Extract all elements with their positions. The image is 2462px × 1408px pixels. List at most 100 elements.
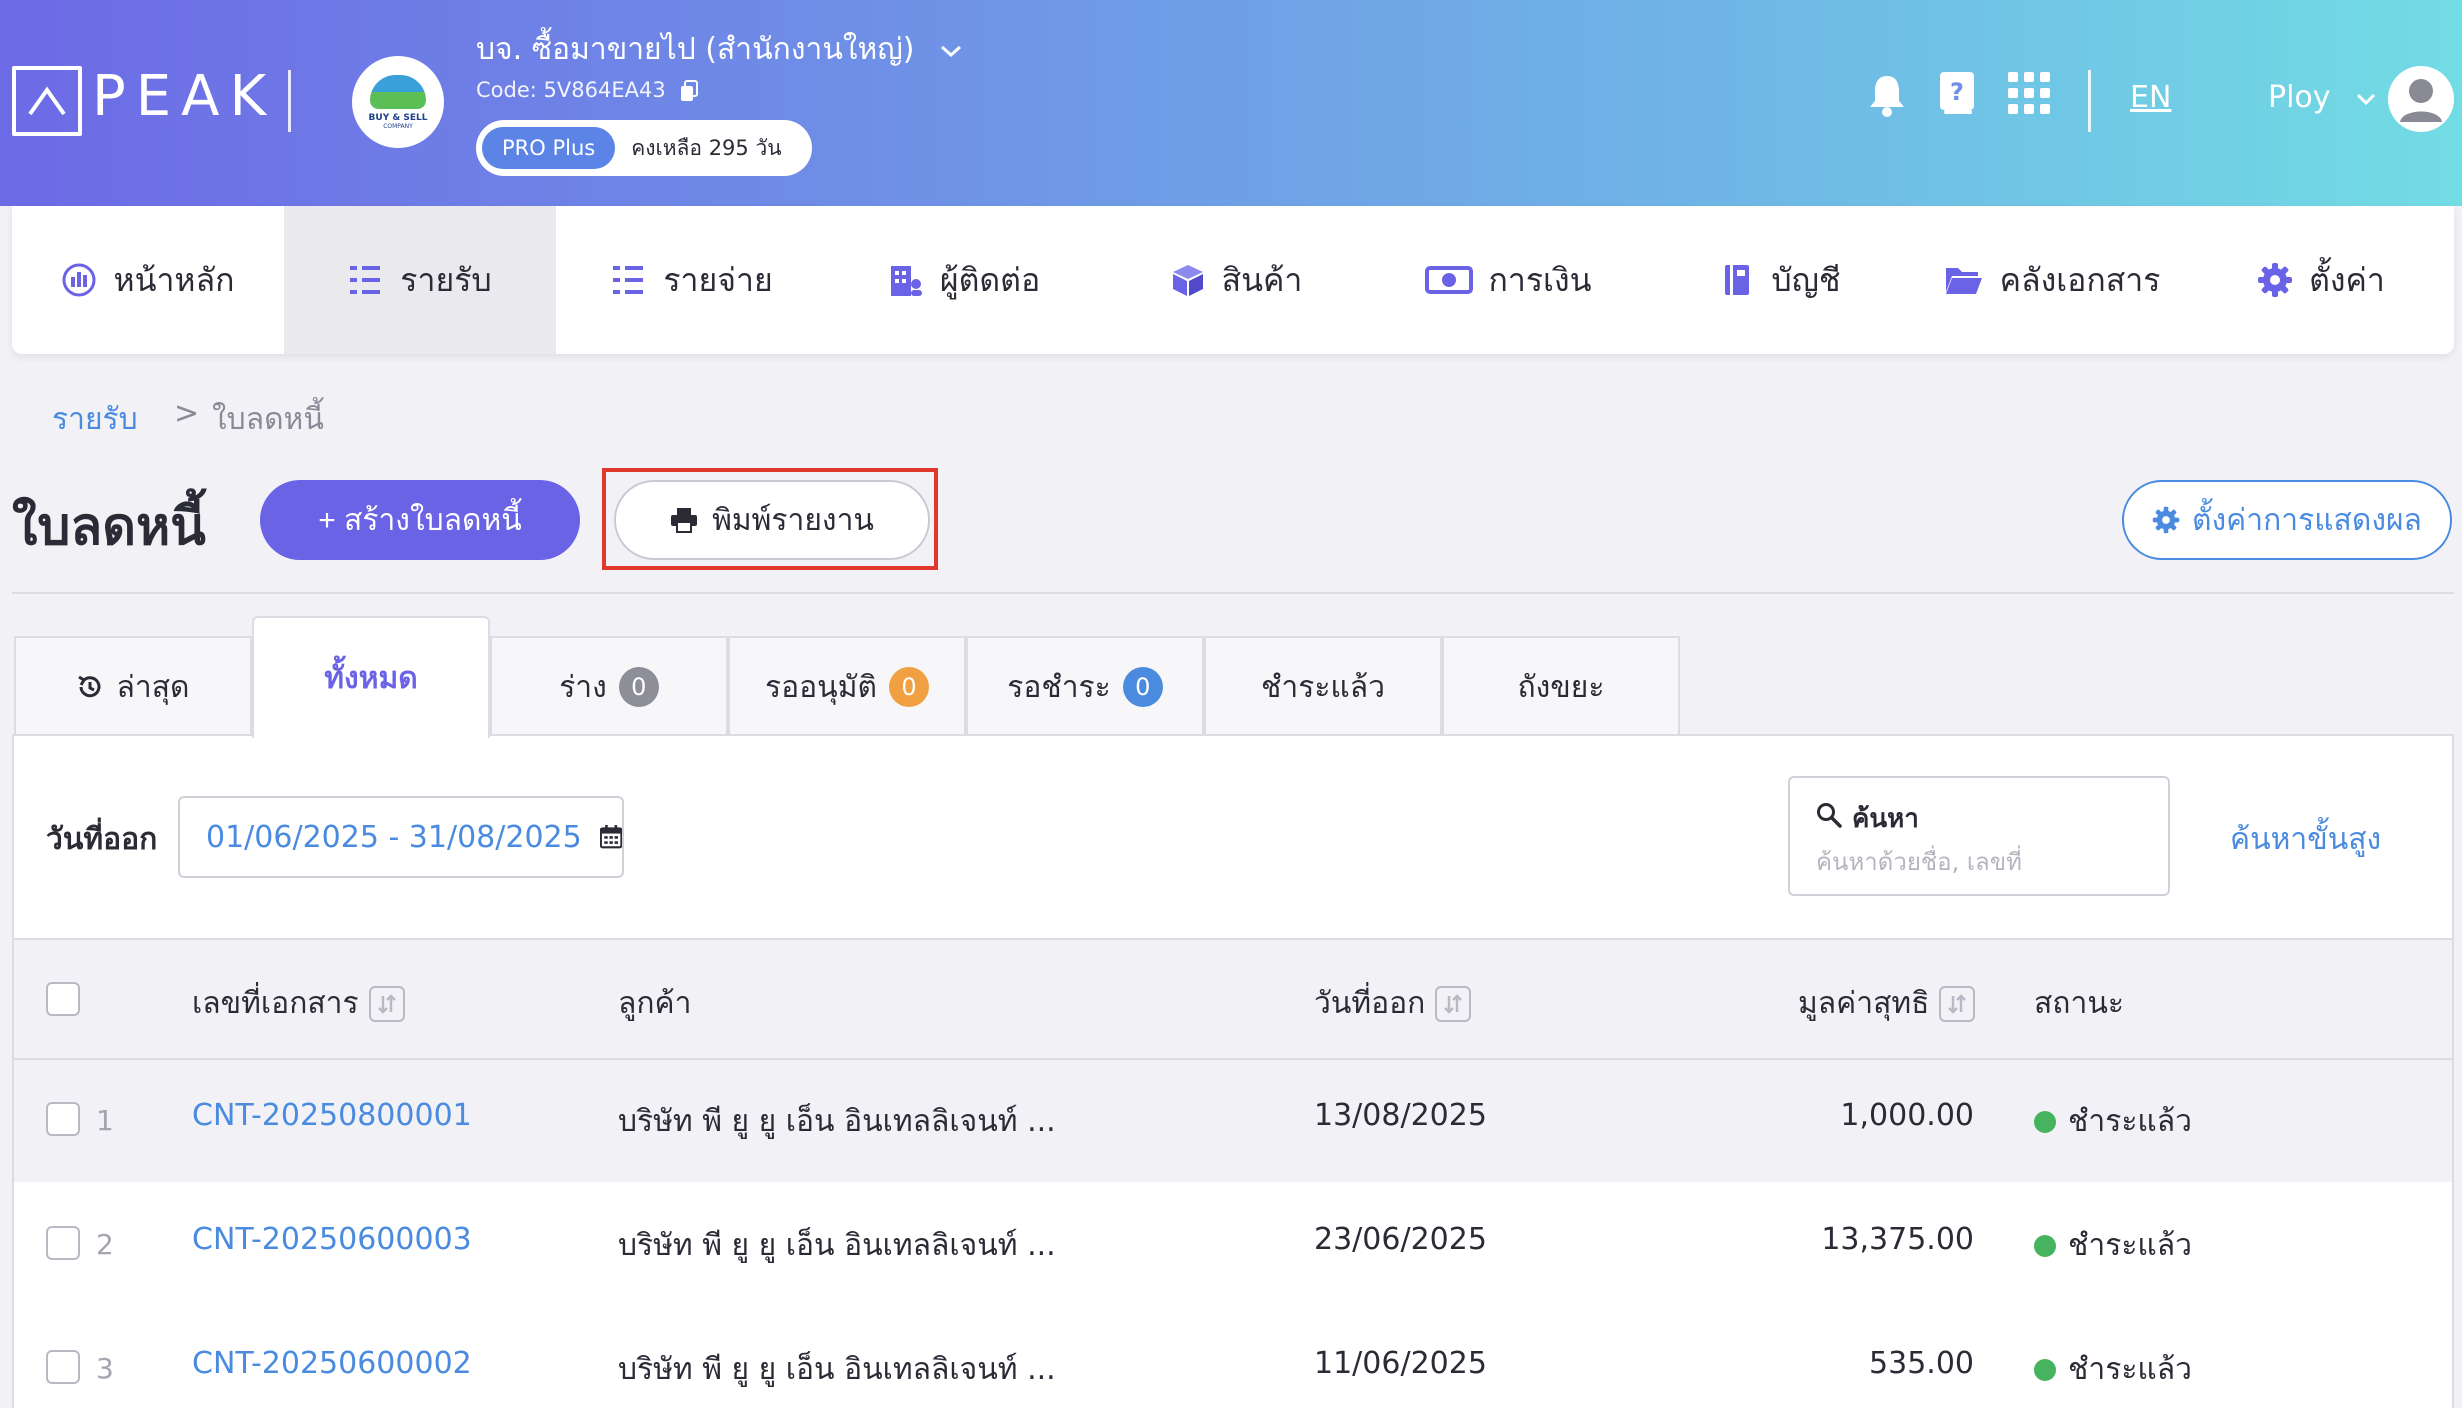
status-badge: ชำระแล้ว [2034, 1098, 2192, 1145]
company-logo[interactable]: BUY & SELL COMPANY [352, 56, 444, 148]
tab-recent[interactable]: ล่าสุด [14, 636, 252, 736]
nav-item-label: บัญชี [1771, 260, 1841, 299]
tab-paid[interactable]: ชำระแล้ว [1204, 636, 1442, 736]
document-number-link[interactable]: CNT-20250800001 [192, 1098, 472, 1133]
display-settings-button[interactable]: ตั้งค่าการแสดงผล [2122, 480, 2452, 560]
document-number-link[interactable]: CNT-20250600003 [192, 1222, 472, 1257]
header-divider [288, 70, 291, 132]
nav-item-label: รายรับ [400, 260, 492, 299]
row-checkbox[interactable] [46, 1102, 80, 1136]
row-checkbox[interactable] [46, 1350, 80, 1384]
user-menu[interactable]: Ploy [2268, 80, 2378, 115]
table-row[interactable]: 3 CNT-20250600002 บริษัท พี ยู ยู เอ็น อ… [14, 1308, 2452, 1408]
nav-item-label: คลังเอกสาร [1999, 260, 2161, 299]
tab-draft[interactable]: ร่าง 0 [490, 636, 728, 736]
chevron-down-icon [941, 45, 962, 57]
document-number-link[interactable]: CNT-20250600002 [192, 1346, 472, 1381]
table-header: เลขที่เอกสาร ลูกค้า วันที่ออก มูลค่าสุทธ… [14, 938, 2452, 1060]
print-report-button[interactable]: พิมพ์รายงาน [614, 480, 930, 560]
top-header: PEAK BUY & SELL COMPANY บจ. ซื้อมาขายไป … [0, 0, 2462, 206]
breadcrumb-parent-link[interactable]: รายรับ [52, 396, 138, 443]
sort-icon[interactable] [1939, 985, 1976, 1022]
column-header-net-amount[interactable]: มูลค่าสุทธิ [1798, 980, 1976, 1027]
nav-item-contacts[interactable]: ผู้ติดต่อ [828, 206, 1100, 354]
company-name: บจ. ซื้อมาขายไป (สำนักงานใหญ่) [476, 32, 915, 67]
gear-icon [2152, 506, 2180, 534]
nav-item-home[interactable]: หน้าหลัก [12, 206, 284, 354]
main-navigation: หน้าหลัก รายรับ รายจ่าย ผู้ติดต่อ สินค้า [12, 206, 2454, 354]
status-badge: ชำระแล้ว [2034, 1222, 2192, 1269]
printer-icon [671, 508, 698, 533]
company-code: Code: 5V864EA43 [476, 78, 666, 102]
column-header-customer: ลูกค้า [618, 980, 691, 1027]
handshake-icon [370, 74, 426, 109]
row-checkbox[interactable] [46, 1226, 80, 1260]
nav-item-label: ผู้ติดต่อ [939, 260, 1041, 299]
sort-icon[interactable] [1435, 985, 1472, 1022]
nav-item-label: ตั้งค่า [2309, 260, 2385, 299]
date-range-value: 01/06/2025 - 31/08/2025 [206, 819, 582, 855]
tab-awaiting-approval[interactable]: รออนุมัติ 0 [728, 636, 966, 736]
row-number: 1 [96, 1104, 114, 1137]
search-icon [1817, 803, 1842, 828]
tab-label: ทั้งหมด [324, 660, 418, 696]
tab-trash[interactable]: ถังขยะ [1442, 636, 1680, 736]
help-book-icon[interactable]: ? [1938, 70, 1976, 116]
copy-icon[interactable] [680, 80, 698, 102]
apps-grid-icon[interactable] [2008, 72, 2050, 114]
status-badge: ชำระแล้ว [2034, 1346, 2192, 1393]
bell-icon[interactable] [1866, 72, 1908, 118]
status-label: ชำระแล้ว [2068, 1228, 2192, 1263]
status-dot [2034, 1111, 2056, 1133]
nav-item-accounting[interactable]: บัญชี [1644, 206, 1916, 354]
breadcrumb-current: ใบลดหนี้ [212, 402, 324, 437]
tab-all[interactable]: ทั้งหมด [252, 616, 490, 738]
customer-name: บริษัท พี ยู ยู เอ็น อินเทลลิเจนท์ ... [618, 1352, 1056, 1387]
nav-item-expense[interactable]: รายจ่าย [556, 206, 828, 354]
plan-status[interactable]: PRO Plus คงเหลือ 295 วัน [476, 120, 812, 176]
language-toggle[interactable]: EN [2130, 80, 2171, 115]
plan-remaining: คงเหลือ 295 วัน [631, 135, 782, 160]
column-header-issue-date[interactable]: วันที่ออก [1314, 980, 1472, 1027]
peak-logo-text: PEAK [92, 64, 277, 129]
nav-item-documents[interactable]: คลังเอกสาร [1916, 206, 2188, 354]
nav-item-finance[interactable]: การเงิน [1372, 206, 1644, 354]
nav-item-income[interactable]: รายรับ [284, 206, 556, 354]
search-label: ค้นหา [1852, 804, 1919, 834]
header-divider [2088, 70, 2091, 132]
sort-icon[interactable] [368, 985, 405, 1022]
company-switcher[interactable]: บจ. ซื้อมาขายไป (สำนักงานใหญ่) [476, 26, 964, 73]
table-row[interactable]: 1 CNT-20250800001 บริษัท พี ยู ยู เอ็น อ… [14, 1060, 2452, 1182]
tab-label: ล่าสุด [116, 669, 190, 705]
plan-badge: PRO Plus [482, 127, 616, 169]
select-all-checkbox[interactable] [46, 982, 80, 1016]
expense-icon [613, 266, 644, 294]
column-header-doc-no[interactable]: เลขที่เอกสาร [192, 980, 405, 1027]
search-input[interactable] [1816, 842, 2146, 882]
search-box[interactable]: ค้นหา [1788, 776, 2170, 896]
nav-item-label: หน้าหลัก [113, 260, 235, 299]
tab-awaiting-payment[interactable]: รอชำระ 0 [966, 636, 1204, 736]
status-dot [2034, 1235, 2056, 1257]
nav-item-products[interactable]: สินค้า [1100, 206, 1372, 354]
status-label: ชำระแล้ว [2068, 1352, 2192, 1387]
company-logo-text: BUY & SELL [368, 112, 428, 123]
advanced-search-link[interactable]: ค้นหาขั้นสูง [2230, 816, 2381, 863]
date-range-picker[interactable]: 01/06/2025 - 31/08/2025 [178, 796, 624, 878]
product-box-icon [1172, 265, 1203, 296]
nav-item-label: สินค้า [1221, 260, 1303, 299]
nav-item-label: รายจ่าย [663, 260, 773, 299]
table-row[interactable]: 2 CNT-20250600003 บริษัท พี ยู ยู เอ็น อ… [14, 1184, 2452, 1306]
create-credit-note-button[interactable]: + สร้างใบลดหนี้ [260, 480, 580, 560]
column-label: เลขที่เอกสาร [192, 986, 359, 1021]
tab-label: รอชำระ [1007, 669, 1111, 705]
breadcrumb-separator: > [174, 396, 200, 431]
avatar[interactable] [2388, 66, 2454, 132]
issue-date: 11/06/2025 [1314, 1346, 1487, 1381]
income-icon [350, 266, 381, 294]
column-label: มูลค่าสุทธิ [1798, 986, 1930, 1021]
customer-name: บริษัท พี ยู ยู เอ็น อินเทลลิเจนท์ ... [618, 1228, 1056, 1263]
tab-count-badge: 0 [1122, 667, 1163, 707]
issue-date: 13/08/2025 [1314, 1098, 1487, 1133]
nav-item-settings[interactable]: ตั้งค่า [2188, 206, 2454, 354]
